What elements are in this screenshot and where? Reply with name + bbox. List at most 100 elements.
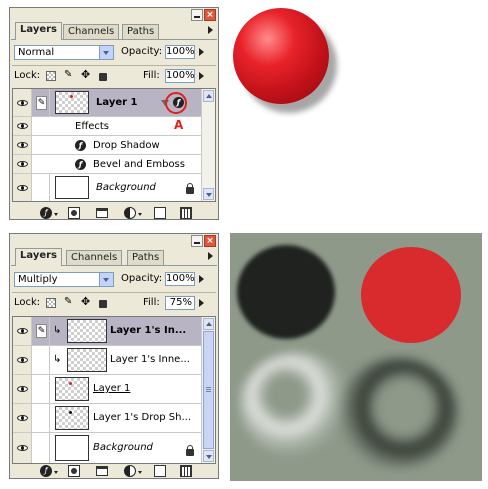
tab-layers[interactable]: Layers [15, 22, 62, 40]
visibility-cell[interactable] [13, 136, 32, 154]
minimize-button[interactable] [191, 9, 203, 21]
link-cell[interactable] [33, 375, 50, 403]
visibility-cell[interactable] [13, 89, 32, 116]
eye-icon[interactable] [17, 123, 28, 129]
opacity-label: Opacity: [121, 273, 163, 284]
layer-thumbnail [55, 176, 89, 199]
layer-row[interactable]: ↳ Layer 1's Inne... [13, 346, 215, 375]
link-cell[interactable] [33, 346, 50, 374]
visibility-cell[interactable] [13, 317, 32, 345]
tab-paths[interactable]: Paths [127, 250, 165, 265]
opacity-slider-arrow-icon[interactable] [199, 48, 204, 56]
red-layer-circle [361, 247, 461, 343]
caret-icon [138, 471, 142, 474]
eye-icon[interactable] [17, 328, 28, 334]
layer-row[interactable]: Layer 1 [13, 375, 215, 404]
drop-shadow-circle [237, 245, 335, 339]
fill-slider-arrow-icon[interactable] [199, 72, 204, 80]
lock-image-icon[interactable]: ✎ [64, 297, 74, 307]
opacity-field[interactable]: 100% [165, 272, 195, 286]
tab-channels[interactable]: Channels [63, 24, 120, 39]
close-button[interactable]: × [204, 235, 216, 247]
lock-transparency-icon[interactable] [46, 298, 56, 308]
layer-row-background[interactable]: Background [13, 174, 215, 201]
visibility-cell[interactable] [13, 346, 32, 374]
link-cell[interactable] [33, 174, 50, 201]
fill-label: Fill: [143, 70, 160, 81]
opacity-field[interactable]: 100% [165, 45, 195, 59]
close-button[interactable]: × [204, 9, 216, 21]
blend-mode-select[interactable]: Normal [14, 45, 114, 60]
new-layer-icon[interactable] [154, 207, 166, 219]
lock-position-icon[interactable]: ✥ [81, 69, 91, 80]
scrollbar[interactable] [201, 317, 215, 463]
link-cell[interactable]: ✎ [33, 89, 50, 116]
lock-image-icon[interactable]: ✎ [64, 70, 74, 80]
chevron-down-icon[interactable] [99, 46, 113, 59]
eye-icon[interactable] [17, 142, 28, 148]
scroll-down-icon[interactable] [203, 450, 214, 462]
lock-all-icon[interactable] [99, 73, 107, 81]
lock-transparency-icon[interactable] [46, 71, 56, 81]
add-layer-style-icon[interactable]: ƒ [40, 207, 52, 219]
panel-menu-arrow-icon[interactable] [208, 252, 213, 260]
link-cell[interactable]: ✎ [33, 317, 50, 345]
blend-mode-select[interactable]: Multiply [14, 272, 114, 287]
trash-icon[interactable] [180, 207, 192, 219]
eye-icon[interactable] [17, 357, 28, 363]
add-mask-icon[interactable] [68, 207, 80, 219]
scrollbar[interactable] [201, 89, 215, 201]
eye-icon[interactable] [17, 161, 28, 167]
new-group-icon[interactable] [96, 208, 108, 218]
new-adjustment-layer-icon[interactable] [124, 207, 136, 219]
opacity-label: Opacity: [121, 46, 163, 57]
scroll-thumb[interactable] [203, 331, 214, 449]
tab-channels[interactable]: Channels [66, 250, 123, 265]
link-cell[interactable] [33, 404, 50, 432]
bevel-emboss-row[interactable]: ƒ Bevel and Emboss [13, 155, 215, 174]
eye-icon[interactable] [17, 415, 28, 421]
scroll-up-icon[interactable] [203, 90, 214, 102]
new-group-icon[interactable] [96, 466, 108, 476]
fill-field[interactable]: 75% [165, 296, 195, 310]
visibility-cell[interactable] [13, 375, 32, 403]
visibility-cell[interactable] [13, 117, 32, 135]
add-mask-icon[interactable] [68, 465, 80, 477]
lock-label: Lock: [14, 70, 41, 81]
visibility-cell[interactable] [13, 155, 32, 173]
panel-menu-arrow-icon[interactable] [208, 26, 213, 34]
eye-icon[interactable] [17, 445, 28, 451]
minimize-button[interactable] [191, 235, 203, 247]
visibility-cell[interactable] [13, 174, 32, 201]
layer-row[interactable]: ✎ ↳ Layer 1's In... [13, 317, 215, 346]
new-layer-icon[interactable] [154, 465, 166, 477]
drop-shadow-row[interactable]: ƒ Drop Shadow [13, 136, 215, 155]
tab-paths[interactable]: Paths [122, 24, 160, 39]
layers-panel-top: × Layers Channels Paths Normal Opacity: … [9, 7, 219, 220]
scroll-down-icon[interactable] [203, 188, 214, 200]
eye-icon[interactable] [17, 99, 28, 106]
eye-icon[interactable] [17, 386, 28, 392]
fill-field[interactable]: 100% [165, 69, 195, 83]
effects-row[interactable]: Effects [13, 117, 215, 136]
eye-icon[interactable] [17, 184, 28, 191]
new-adjustment-layer-icon[interactable] [124, 465, 136, 477]
fill-slider-arrow-icon[interactable] [199, 299, 204, 307]
lock-position-icon[interactable]: ✥ [81, 296, 91, 307]
lock-icon [186, 183, 194, 194]
scroll-up-icon[interactable] [203, 318, 214, 330]
panel-titlebar: × [10, 234, 218, 248]
chevron-down-icon[interactable] [99, 273, 113, 286]
trash-icon[interactable] [180, 465, 192, 477]
add-layer-style-icon[interactable]: ƒ [40, 465, 52, 477]
divider [12, 65, 216, 66]
layer-row[interactable]: Background [13, 433, 215, 463]
visibility-cell[interactable] [13, 433, 32, 463]
panel-titlebar: × [10, 8, 218, 22]
opacity-slider-arrow-icon[interactable] [199, 275, 204, 283]
tab-layers[interactable]: Layers [15, 248, 62, 266]
layer-row[interactable]: Layer 1's Drop Sh... [13, 404, 215, 433]
link-cell[interactable] [33, 433, 50, 463]
lock-all-icon[interactable] [99, 300, 107, 308]
visibility-cell[interactable] [13, 404, 32, 432]
